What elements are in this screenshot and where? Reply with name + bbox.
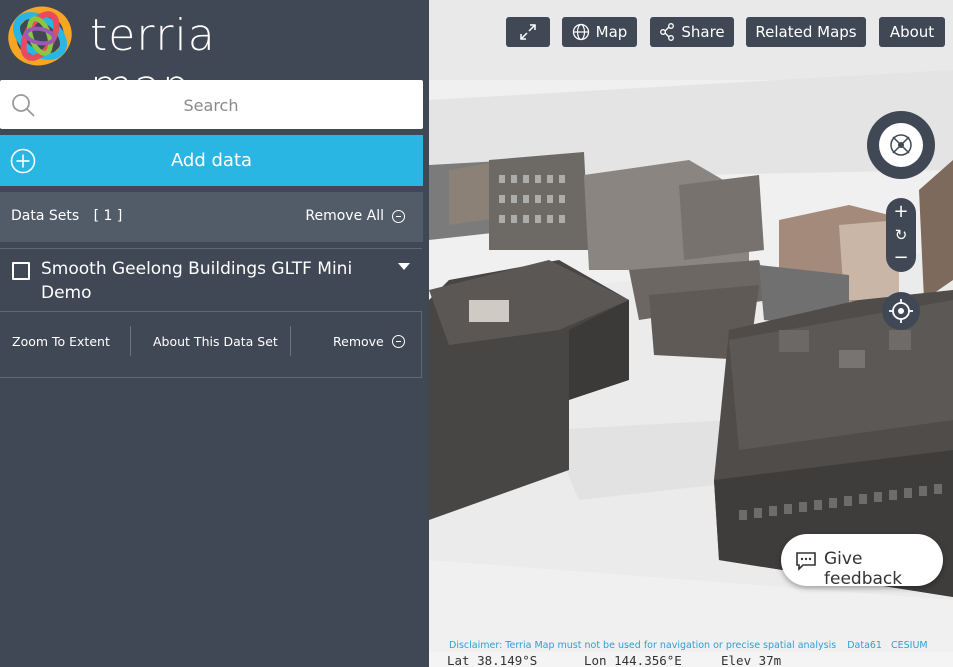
location-bar: Lat 38.149°S Lon 144.356°E Elev 37m: [429, 652, 953, 667]
dataset-title[interactable]: Smooth Geelong Buildings GLTF Mini Demo: [41, 257, 371, 305]
share-icon: [660, 23, 675, 41]
share-button[interactable]: Share: [650, 17, 734, 47]
search-input[interactable]: [44, 80, 378, 131]
give-feedback-button[interactable]: Give feedback: [781, 534, 943, 589]
location-target-icon: [889, 299, 913, 323]
zoom-in-button[interactable]: +: [886, 201, 916, 223]
about-button[interactable]: About: [879, 17, 945, 47]
feedback-chat-icon: [796, 552, 816, 571]
remove-all-button[interactable]: Remove All: [305, 208, 405, 224]
map-viewport[interactable]: Map Share Related Maps About + ↻ − Give …: [429, 0, 953, 667]
datasets-title: Data Sets [ 1 ]: [11, 208, 122, 224]
search-icon: [12, 94, 35, 117]
zoom-out-button[interactable]: −: [886, 247, 916, 269]
elevation-readout: Elev 37m: [721, 653, 782, 667]
dataset-title-row: Smooth Geelong Buildings GLTF Mini Demo: [0, 249, 422, 311]
zoom-to-extent-button[interactable]: Zoom To Extent: [12, 334, 110, 349]
action-divider: [290, 326, 291, 356]
remove-dataset-button[interactable]: Remove: [333, 334, 405, 349]
map-disclaimer: Disclaimer: Terria Map must not be used …: [449, 640, 928, 651]
cesium-link[interactable]: CESIUM: [891, 640, 928, 651]
search-box[interactable]: [0, 80, 423, 131]
latitude-readout: Lat 38.149°S: [447, 653, 538, 667]
fullscreen-button[interactable]: [506, 17, 550, 47]
terria-logo-icon: [8, 6, 72, 66]
action-divider: [130, 326, 131, 356]
remove-circle-icon: [391, 335, 405, 348]
about-dataset-button[interactable]: About This Data Set: [153, 334, 278, 349]
remove-circle-icon: [392, 209, 405, 223]
disclaimer-text[interactable]: Disclaimer: Terria Map must not be used …: [449, 640, 836, 651]
add-data-label: Add data: [170, 150, 253, 171]
remove-all-label: Remove All: [305, 208, 384, 224]
compass-face: [879, 123, 923, 167]
map-button-label: Map: [595, 23, 628, 41]
data61-link[interactable]: Data61: [847, 640, 882, 651]
my-location-button[interactable]: [882, 292, 920, 330]
terria-logo[interactable]: terria map: [4, 4, 324, 112]
related-maps-label: Related Maps: [755, 23, 857, 41]
compass-icon: [890, 134, 912, 156]
remove-dataset-label: Remove: [333, 334, 384, 349]
dataset-visibility-checkbox[interactable]: [12, 262, 30, 280]
add-circle-icon: [10, 148, 36, 174]
related-maps-button[interactable]: Related Maps: [746, 17, 866, 47]
compass-control[interactable]: [867, 111, 935, 179]
dataset-item: Smooth Geelong Buildings GLTF Mini Demo …: [0, 248, 422, 378]
datasets-title-text: Data Sets: [11, 208, 80, 224]
add-data-button[interactable]: Add data: [0, 135, 423, 186]
workbench-panel: terria map Add data Data Sets [ 1 ] Remo…: [0, 0, 429, 667]
give-feedback-label: Give feedback: [824, 549, 903, 589]
datasets-header: Data Sets [ 1 ] Remove All: [0, 192, 423, 242]
chevron-down-icon[interactable]: [398, 263, 410, 270]
datasets-count: [ 1 ]: [93, 208, 123, 224]
share-button-label: Share: [681, 23, 725, 41]
zoom-control: + ↻ −: [886, 198, 916, 272]
expand-icon: [520, 24, 536, 40]
map-settings-button[interactable]: Map: [562, 17, 637, 47]
about-button-label: About: [889, 23, 935, 41]
dataset-actions: Zoom To Extent About This Data Set Remov…: [0, 311, 422, 372]
longitude-readout: Lon 144.356°E: [584, 653, 682, 667]
reset-view-button[interactable]: ↻: [886, 224, 916, 246]
globe-icon: [572, 23, 589, 41]
